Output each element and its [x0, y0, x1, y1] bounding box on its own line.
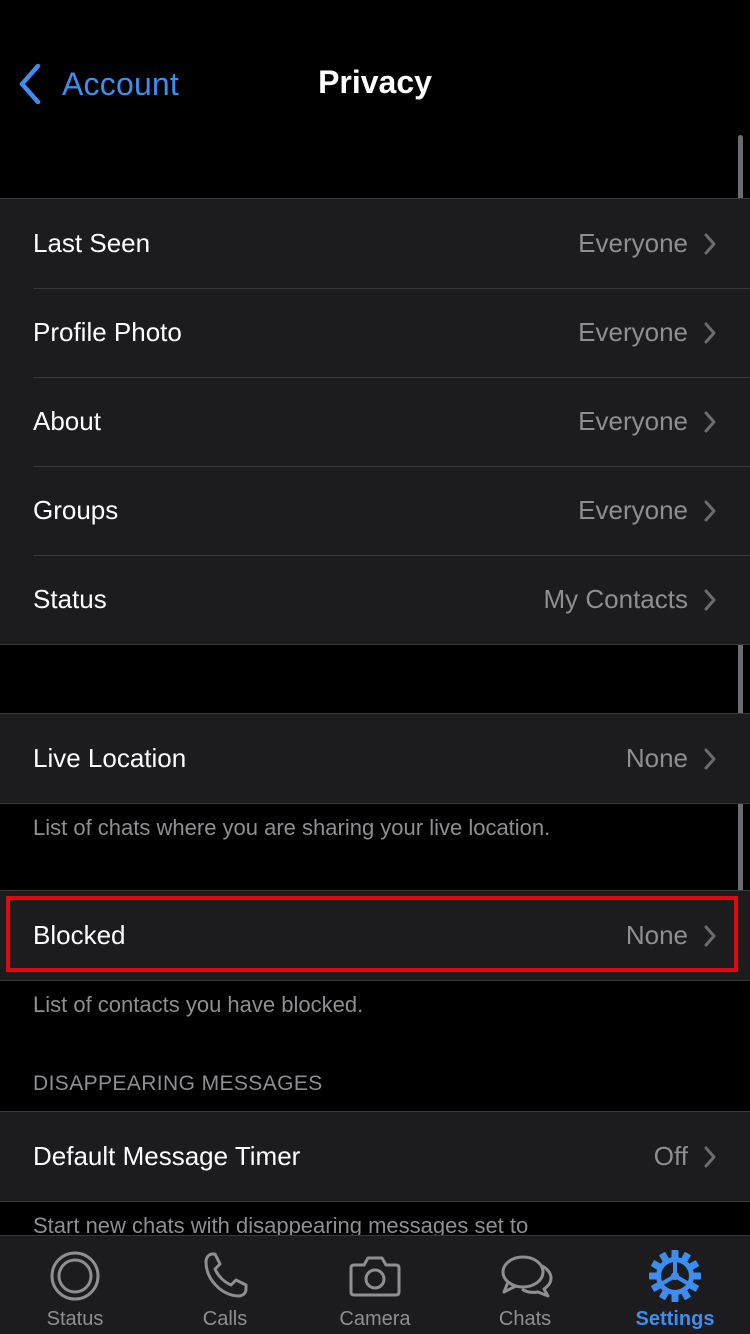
chevron-right-icon [704, 925, 716, 946]
status-row[interactable]: Status My Contacts [0, 555, 750, 644]
about-row[interactable]: About Everyone [0, 377, 750, 466]
row-value: My Contacts [543, 584, 689, 614]
chevron-right-icon [704, 1146, 716, 1167]
row-value: Everyone [578, 406, 688, 436]
row-label: Groups [33, 495, 119, 525]
row-label: Profile Photo [33, 317, 182, 347]
blocked-footer: List of contacts you have blocked. [33, 992, 364, 1017]
live-location-group: Live Location None [0, 713, 750, 804]
tab-status[interactable]: Status [0, 1236, 150, 1334]
phone-icon [204, 1252, 248, 1298]
row-value: Everyone [578, 228, 688, 258]
tab-chats[interactable]: Chats [450, 1236, 600, 1334]
row-value: Everyone [578, 317, 688, 347]
tab-calls[interactable]: Calls [150, 1236, 300, 1334]
tab-settings[interactable]: Settings [600, 1236, 750, 1334]
blocked-group: Blocked None [0, 890, 750, 981]
groups-row[interactable]: Groups Everyone [0, 466, 750, 555]
live-location-footer: List of chats where you are sharing your… [33, 815, 551, 840]
chevron-right-icon [704, 322, 716, 343]
row-label: About [33, 406, 101, 436]
row-label: Blocked [33, 920, 126, 950]
chevron-right-icon [704, 233, 716, 254]
row-value: Everyone [578, 495, 688, 525]
row-value: Off [653, 1141, 688, 1171]
last-seen-row[interactable]: Last Seen Everyone [0, 199, 750, 288]
blocked-row[interactable]: Blocked None [0, 891, 750, 980]
camera-icon [349, 1256, 401, 1297]
disappearing-messages-group: Default Message Timer Off [0, 1111, 750, 1202]
row-label: Last Seen [33, 228, 151, 258]
page-title: Privacy [318, 64, 432, 100]
tab-camera[interactable]: Camera [300, 1236, 450, 1334]
row-value: None [625, 743, 688, 773]
chevron-right-icon [704, 411, 716, 432]
settings-gear-icon [649, 1250, 701, 1302]
row-label: Live Location [33, 743, 187, 773]
chevron-right-icon [704, 748, 716, 769]
chats-icon [501, 1255, 553, 1298]
tab-label: Settings [635, 1308, 715, 1330]
tab-label: Camera [339, 1308, 411, 1330]
chevron-right-icon [704, 589, 716, 610]
status-icon [50, 1251, 100, 1301]
tab-bar: Status Calls Camera Chats Settings [0, 1235, 750, 1334]
navigation-bar: Account Privacy [0, 0, 750, 170]
tab-label: Calls [202, 1308, 248, 1330]
default-message-timer-row[interactable]: Default Message Timer Off [0, 1112, 750, 1201]
tab-label: Chats [498, 1308, 552, 1330]
profile-photo-row[interactable]: Profile Photo Everyone [0, 288, 750, 377]
tab-label: Status [46, 1308, 104, 1330]
row-value: None [625, 920, 688, 950]
row-label: Default Message Timer [33, 1141, 301, 1171]
live-location-row[interactable]: Live Location None [0, 714, 750, 803]
privacy-settings-group: Last Seen Everyone Profile Photo Everyon… [0, 198, 750, 645]
chevron-right-icon [704, 500, 716, 521]
disappearing-messages-header: DISAPPEARING MESSAGES [33, 1072, 323, 1095]
row-label: Status [33, 584, 107, 614]
